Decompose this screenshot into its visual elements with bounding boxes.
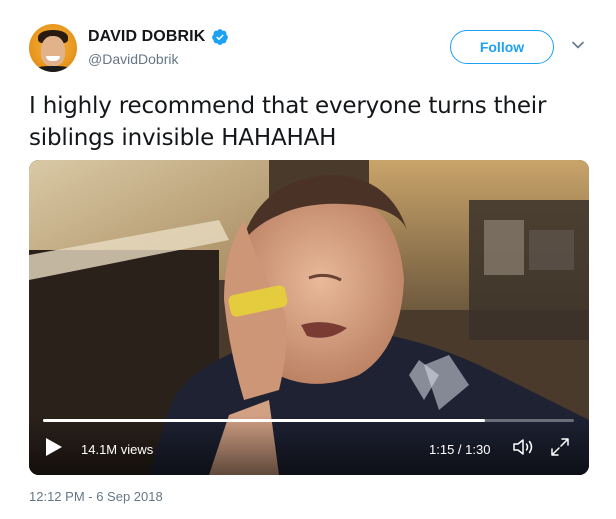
display-name[interactable]: DAVID DOBRIK [88, 28, 205, 46]
video-player[interactable]: 14.1M views 1:15 / 1:30 [29, 160, 589, 475]
user-handle[interactable]: @DavidDobrik [88, 51, 178, 67]
tweet-card: DAVID DOBRIK @DavidDobrik Follow I highl… [0, 0, 616, 519]
name-line: DAVID DOBRIK [88, 28, 229, 46]
volume-icon[interactable] [512, 437, 536, 457]
progress-bar[interactable] [43, 419, 574, 422]
follow-button[interactable]: Follow [450, 30, 554, 64]
verified-badge-icon [212, 29, 229, 45]
avatar[interactable] [29, 24, 77, 72]
chevron-down-icon[interactable] [571, 38, 585, 52]
play-icon[interactable] [45, 437, 63, 457]
video-controls: 14.1M views 1:15 / 1:30 [29, 415, 589, 475]
view-count: 14.1M views [81, 442, 154, 457]
fullscreen-icon[interactable] [550, 437, 570, 457]
tweet-text: I highly recommend that everyone turns t… [29, 93, 547, 151]
video-time: 1:15 / 1:30 [429, 442, 491, 457]
tweet-timestamp[interactable]: 12:12 PM - 6 Sep 2018 [29, 489, 163, 504]
tweet-header: DAVID DOBRIK @DavidDobrik Follow [29, 24, 599, 76]
progress-fill [43, 419, 486, 422]
